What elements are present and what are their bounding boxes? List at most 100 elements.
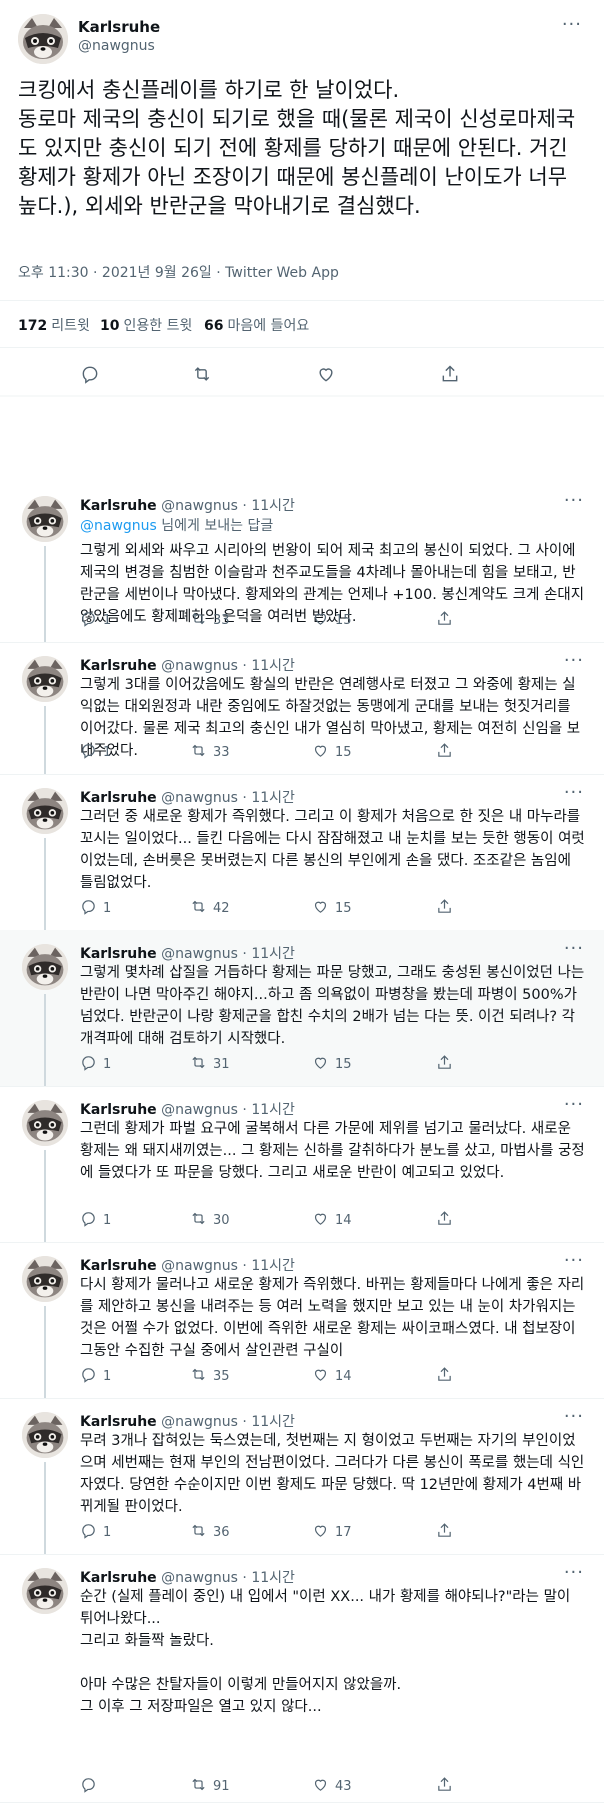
more-options-icon[interactable]: ··· — [564, 650, 584, 671]
reply-button[interactable]: 1 — [80, 610, 111, 631]
retweet-button[interactable]: 33 — [190, 742, 230, 763]
retweets-stat[interactable]: 172 리트윗 — [18, 315, 90, 335]
share-button[interactable] — [436, 898, 453, 919]
author-name[interactable]: Karlsruhe — [80, 1258, 157, 1274]
author-handle[interactable]: @nawgnus — [161, 790, 238, 806]
mention-link[interactable]: @nawgnus — [80, 518, 157, 534]
avatar[interactable] — [22, 1412, 68, 1458]
like-button[interactable]: 14 — [312, 1210, 352, 1231]
reply-tweet[interactable]: Karlsruhe @nawgnus · 11시간 ··· 그렇게 몇차례 삽질을 … — [0, 930, 604, 1086]
share-button[interactable] — [436, 610, 453, 631]
retweet-icon — [190, 1776, 207, 1797]
retweet-button[interactable]: 30 — [190, 1210, 230, 1231]
reply-button[interactable] — [80, 1776, 103, 1797]
avatar[interactable] — [22, 788, 68, 834]
more-options-icon[interactable]: ··· — [564, 938, 584, 959]
like-button[interactable]: 17 — [312, 1522, 352, 1543]
reply-header: Karlsruhe @nawgnus · 11시간 — [80, 943, 295, 963]
share-icon — [436, 1210, 453, 1231]
likes-stat[interactable]: 66 마음에 들어요 — [204, 315, 309, 335]
like-button[interactable]: 15 — [312, 1054, 352, 1075]
retweet-button[interactable]: 91 — [190, 1776, 230, 1797]
reply-count: 1 — [103, 1057, 112, 1072]
reply-time[interactable]: · 11시간 — [242, 658, 294, 674]
author-handle[interactable]: @nawgnus — [161, 658, 238, 674]
tweet-timestamp[interactable]: 오후 11:30 · 2021년 9월 26일 · Twitter Web Ap… — [18, 262, 339, 282]
reply-button[interactable]: 1 — [80, 1054, 111, 1075]
reply-button[interactable]: 1 — [80, 1366, 111, 1387]
reply-time[interactable]: · 11시간 — [242, 946, 294, 962]
author-handle[interactable]: @nawgnus — [161, 498, 238, 514]
avatar[interactable] — [22, 1568, 68, 1614]
author-name[interactable]: Karlsruhe — [80, 946, 157, 962]
share-button[interactable] — [436, 1776, 453, 1797]
author-name[interactable]: Karlsruhe — [80, 1414, 157, 1430]
reply-tweet[interactable]: Karlsruhe @nawgnus · 11시간 ··· @nawgnus 님에게… — [0, 482, 604, 642]
more-options-icon[interactable]: ··· — [564, 1250, 584, 1271]
author-name[interactable]: Karlsruhe — [80, 498, 157, 514]
reply-time[interactable]: · 11시간 — [242, 1570, 294, 1586]
retweet-button[interactable]: 31 — [190, 1054, 230, 1075]
author-name[interactable]: Karlsruhe — [80, 1570, 157, 1586]
reply-button[interactable]: 1 — [80, 1210, 111, 1231]
author-handle[interactable]: @nawgnus — [161, 1570, 238, 1586]
reply-time[interactable]: · 11시간 — [242, 790, 294, 806]
reply-header: Karlsruhe @nawgnus · 11시간 — [80, 655, 295, 675]
more-options-icon[interactable]: ··· — [564, 1094, 584, 1115]
like-button[interactable]: 14 — [312, 1366, 352, 1387]
retweet-icon[interactable] — [192, 364, 212, 384]
like-count: 14 — [335, 1369, 352, 1384]
share-icon[interactable] — [440, 364, 460, 384]
author-handle[interactable]: @nawgnus — [78, 38, 155, 54]
reply-tweet[interactable]: Karlsruhe @nawgnus · 11시간 ··· 무려 3개나 잡혀있는 … — [0, 1398, 604, 1554]
quotes-stat[interactable]: 10 인용한 트윗 — [100, 315, 192, 335]
share-button[interactable] — [436, 1210, 453, 1231]
reply-time[interactable]: · 11시간 — [242, 1414, 294, 1430]
more-options-icon[interactable]: ··· — [564, 1562, 584, 1583]
avatar[interactable] — [18, 14, 68, 64]
author-name[interactable]: Karlsruhe — [80, 1102, 157, 1118]
share-button[interactable] — [436, 1054, 453, 1075]
author-handle[interactable]: @nawgnus — [161, 946, 238, 962]
more-options-icon[interactable]: ··· — [564, 782, 584, 803]
retweet-button[interactable]: 33 — [190, 610, 230, 631]
like-icon[interactable] — [316, 364, 336, 384]
avatar[interactable] — [22, 496, 68, 542]
reply-tweet[interactable]: Karlsruhe @nawgnus · 11시간 ··· 그러던 중 새로운 황제… — [0, 774, 604, 930]
reply-time[interactable]: · 11시간 — [242, 498, 294, 514]
reply-icon[interactable] — [80, 364, 100, 384]
reply-button[interactable]: 1 — [80, 1522, 111, 1543]
reply-tweet[interactable]: Karlsruhe @nawgnus · 11시간 ··· 순간 (실제 플레이 중… — [0, 1554, 604, 1802]
like-button[interactable]: 15 — [312, 742, 352, 763]
reply-tweet[interactable]: Karlsruhe @nawgnus · 11시간 ··· 그렇게 3대를 이어갔음… — [0, 642, 604, 774]
reply-time[interactable]: · 11시간 — [242, 1258, 294, 1274]
like-button[interactable]: 15 — [312, 610, 352, 631]
reply-time[interactable]: · 11시간 — [242, 1102, 294, 1118]
author-handle[interactable]: @nawgnus — [161, 1258, 238, 1274]
more-options-icon[interactable]: ··· — [564, 1406, 584, 1427]
author-handle[interactable]: @nawgnus — [161, 1414, 238, 1430]
share-button[interactable] — [436, 742, 453, 763]
share-button[interactable] — [436, 1366, 453, 1387]
divider — [0, 395, 604, 397]
author-name[interactable]: Karlsruhe — [80, 790, 157, 806]
like-button[interactable]: 43 — [312, 1776, 352, 1797]
retweet-button[interactable]: 35 — [190, 1366, 230, 1387]
avatar[interactable] — [22, 944, 68, 990]
retweet-button[interactable]: 42 — [190, 898, 230, 919]
more-options-icon[interactable]: ··· — [562, 14, 582, 35]
reply-tweet[interactable]: Karlsruhe @nawgnus · 11시간 ··· 다시 황제가 물러나고 … — [0, 1242, 604, 1398]
more-options-icon[interactable]: ··· — [564, 490, 584, 511]
author-name[interactable]: Karlsruhe — [78, 18, 160, 36]
avatar[interactable] — [22, 656, 68, 702]
reply-button[interactable]: 1 — [80, 898, 111, 919]
avatar[interactable] — [22, 1256, 68, 1302]
share-button[interactable] — [436, 1522, 453, 1543]
reply-tweet[interactable]: Karlsruhe @nawgnus · 11시간 ··· 그런데 황제가 파벌 요… — [0, 1086, 604, 1242]
avatar[interactable] — [22, 1100, 68, 1146]
author-handle[interactable]: @nawgnus — [161, 1102, 238, 1118]
like-button[interactable]: 15 — [312, 898, 352, 919]
reply-button[interactable]: 1 — [80, 742, 111, 763]
author-name[interactable]: Karlsruhe — [80, 658, 157, 674]
retweet-button[interactable]: 36 — [190, 1522, 230, 1543]
